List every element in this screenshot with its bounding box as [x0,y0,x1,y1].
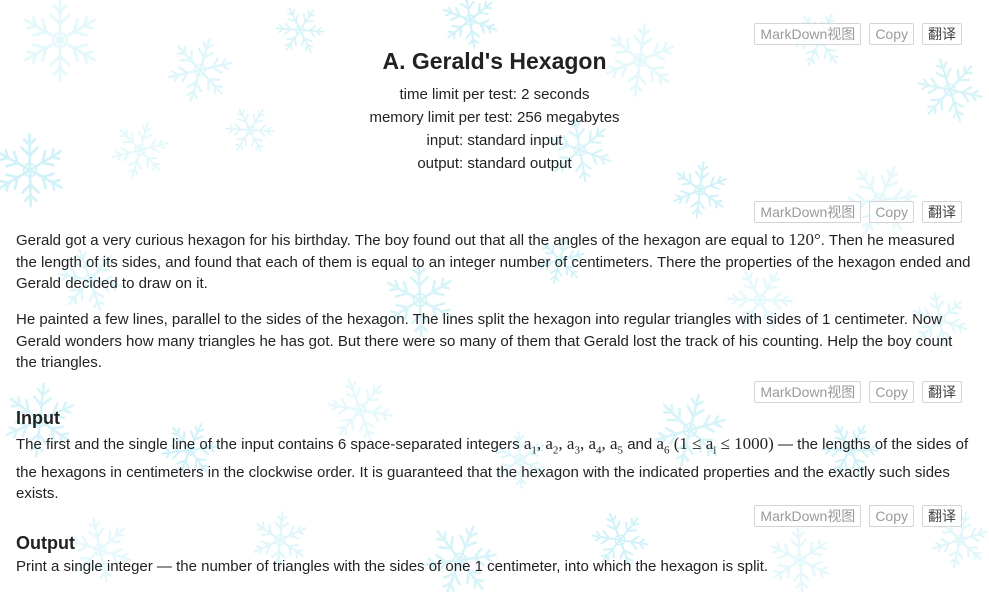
markdown-view-button[interactable]: MarkDown视图 [754,201,862,223]
angle-formula: 120° [788,230,821,249]
output-spec: output: standard output [417,155,572,172]
toolbar-input: MarkDown视图 Copy 翻译 [754,381,962,403]
toolbar-title: MarkDown视图 Copy 翻译 [754,23,962,45]
output-section-title: Output [16,533,75,553]
translate-button[interactable]: 翻译 [922,201,962,223]
copy-button[interactable]: Copy [869,23,914,45]
statement-paragraph-1: Gerald got a very curious hexagon for hi… [16,229,972,295]
copy-button[interactable]: Copy [869,201,914,223]
markdown-view-button[interactable]: MarkDown视图 [754,381,862,403]
toolbar-statement: MarkDown视图 Copy 翻译 [754,201,962,223]
copy-button[interactable]: Copy [869,381,914,403]
statement-paragraph-2: He painted a few lines, parallel to the … [16,311,953,371]
problem-title: A. Gerald's Hexagon [382,48,607,74]
input-section-title: Input [16,408,60,428]
memory-limit: memory limit per test: 256 megabytes [369,109,620,126]
variables-formula: a1, a2, a3, a4, a5 [523,434,624,457]
input-text: The first and the single line of the inp… [16,436,524,453]
time-limit: time limit per test: 2 seconds [399,86,590,103]
translate-button[interactable]: 翻译 [922,381,962,403]
translate-button[interactable]: 翻译 [922,505,962,527]
copy-button[interactable]: Copy [869,505,914,527]
translate-button[interactable]: 翻译 [922,23,962,45]
input-text: and [623,436,657,453]
problem-header: A. Gerald's Hexagon time limit per test:… [0,46,989,175]
toolbar-output: MarkDown视图 Copy 翻译 [754,505,962,527]
markdown-view-button[interactable]: MarkDown视图 [754,505,862,527]
input-section-text: The first and the single line of the inp… [16,433,972,505]
statement-text: Gerald got a very curious hexagon for hi… [16,232,789,249]
last-variable-formula: a6 (1 ≤ ai ≤ 1000) [656,434,774,457]
markdown-view-button[interactable]: MarkDown视图 [754,23,862,45]
input-spec: input: standard input [426,132,563,149]
output-section-text: Print a single integer — the number of t… [16,558,769,575]
